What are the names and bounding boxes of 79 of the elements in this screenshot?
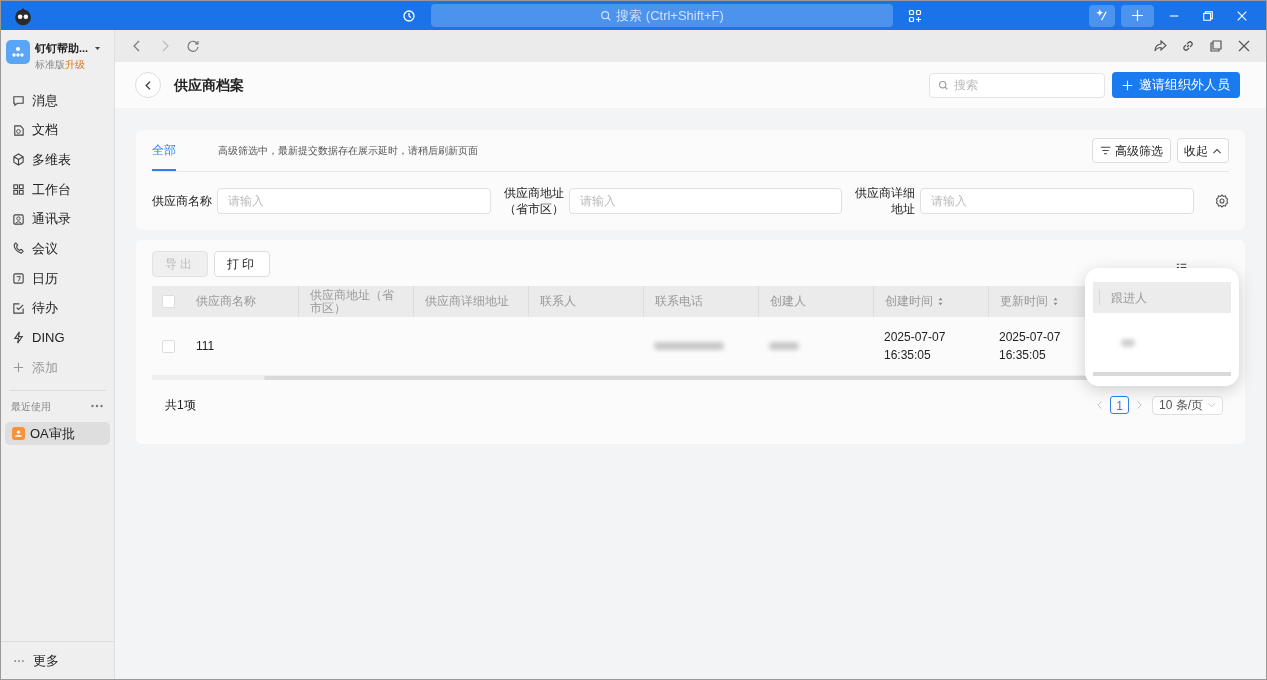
window-icon [1209,39,1223,53]
new-button[interactable] [1121,4,1154,27]
invite-button[interactable]: 邀请组织外人员 [1112,72,1240,98]
table-cell: 2025-07-07 16:35:05 [884,330,946,362]
field-label: 供应商名称 [152,193,212,209]
search-icon [938,79,949,91]
nav-item[interactable]: 待办 [1,293,114,323]
settings-icon [1215,194,1229,208]
magic-button[interactable] [1089,4,1115,27]
column-header: 跟进人 [1111,289,1147,307]
dropdown-icon [94,44,102,52]
apps-icon [908,8,922,23]
cube-icon [12,153,25,167]
sparkle-icon [1095,9,1109,22]
chat-icon [12,93,25,107]
field-label: 供应商地址（省市区） [502,185,564,217]
phone-icon [12,242,25,256]
share-icon [1153,39,1167,53]
app-logo-icon [13,5,33,26]
more-label[interactable]: 更多 [33,650,59,671]
column-header: 创建人 [770,295,806,308]
page-back-button[interactable] [135,72,161,98]
print-button[interactable]: 打印 [214,251,270,277]
todo-icon [12,301,25,315]
blurred-text [654,342,724,350]
collapse-button[interactable]: 收起 [1177,138,1229,163]
filter-icon [1100,145,1111,156]
column-header: 联系人 [540,295,576,308]
column-header: 供应商详细地址 [425,295,509,308]
select-all-checkbox[interactable] [162,295,175,308]
next-page-icon [1134,400,1144,410]
page-button[interactable]: 1 [1110,396,1129,414]
advanced-filter-button[interactable]: 高级筛选 [1092,138,1171,163]
recent-label: 最近使用 [11,399,51,414]
search-icon [600,9,613,22]
refresh-icon [186,39,200,53]
nav-item[interactable]: 消息 [1,85,114,116]
sort-icon [936,296,945,307]
blurred-text [769,342,799,350]
blurred-text [1121,338,1135,347]
column-header: 供应商地址（省市区） [310,288,395,315]
plus-icon [12,361,25,375]
recent-item[interactable]: OA审批 [5,422,110,446]
restore-icon [1202,9,1214,22]
plus-icon [1131,9,1144,22]
close-icon [1236,9,1248,22]
row-checkbox[interactable] [162,339,175,353]
grid-icon [12,182,25,196]
table-cell: 111 [196,339,215,353]
filter-notice: 高级筛选中，最新提交数据存在展示延时，请稍后刷新页面 [218,144,478,158]
prev-page-icon [1095,400,1105,410]
nav-item[interactable]: 日历 [1,263,114,294]
nav-item[interactable]: 文档 [1,115,114,145]
link-icon [1181,39,1195,53]
history-icon [402,8,416,23]
bolt-icon [12,331,25,345]
org-name[interactable]: 钉钉帮助... [35,40,89,57]
nav-item[interactable]: 通讯录 [1,204,114,234]
contact-icon [12,212,25,226]
filter-tab[interactable]: 全部 [152,130,176,171]
nav-item[interactable]: 多维表 [1,144,114,175]
sort-icon [1051,296,1060,307]
doc-icon [12,123,25,137]
page-size-select[interactable]: 10 条/页 [1152,395,1223,415]
nav-item[interactable]: 工作台 [1,174,114,205]
column-header: 联系电话 [655,295,703,308]
field-label: 供应商详细地址 [854,185,916,217]
close-icon [1237,39,1251,53]
plan-label: 标准版 [35,57,65,72]
page-title: 供应商档案 [174,75,244,95]
total-count: 共1项 [165,397,196,414]
org-chart-icon [11,45,25,59]
column-header: 供应商名称 [196,295,256,308]
plus-icon [1122,79,1133,91]
calendar-icon [12,271,25,285]
table-cell: 2025-07-07 16:35:05 [999,330,1061,362]
nav-item[interactable]: DING [1,323,114,353]
nav-item[interactable]: 会议 [1,233,114,264]
chevron-down-icon [1207,400,1216,410]
